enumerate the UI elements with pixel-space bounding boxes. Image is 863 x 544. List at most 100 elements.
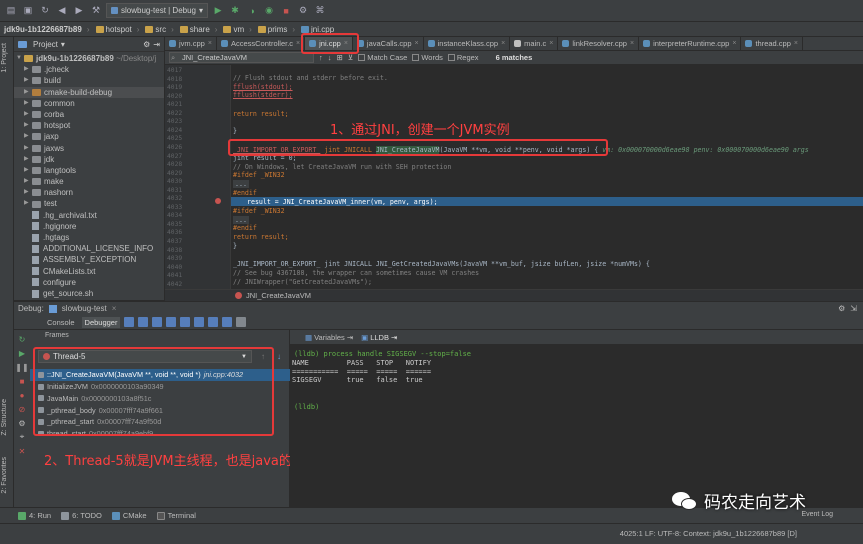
tree-item[interactable]: ▶ langtools <box>14 165 164 176</box>
down-arrow-icon[interactable]: ↓ <box>277 352 281 361</box>
tree-item[interactable]: ▶ common <box>14 98 164 109</box>
search-input[interactable] <box>169 52 314 63</box>
step-out-icon[interactable] <box>194 317 205 327</box>
close-icon[interactable]: × <box>549 40 553 47</box>
run-icon[interactable]: ▶ <box>211 4 225 18</box>
breadcrumb-item[interactable]: vm › <box>223 25 252 34</box>
debug-icon[interactable]: ✱ <box>228 4 242 18</box>
expand-arrow-icon[interactable]: ▶ <box>24 120 32 131</box>
tree-item[interactable]: ▶ hotspot <box>14 120 164 131</box>
run-tool-button[interactable]: 4: Run <box>18 511 51 520</box>
tab-interpreterruntime-cpp[interactable]: interpreterRuntime.cpp × <box>639 37 742 50</box>
expand-arrow-icon[interactable]: ▶ <box>24 198 32 209</box>
evaluate-icon[interactable] <box>222 317 233 327</box>
settings-icon[interactable]: ⚙ <box>296 4 310 18</box>
resume-icon[interactable]: ▶ <box>17 348 27 358</box>
structure-icon[interactable]: ⌘ <box>313 4 327 18</box>
expand-arrow-icon[interactable]: ▶ <box>24 109 32 120</box>
forward-icon[interactable]: ▶ <box>72 4 86 18</box>
breadcrumb-item[interactable]: share › <box>179 25 217 34</box>
close-icon[interactable]: × <box>732 40 736 47</box>
tab-jvm-cpp[interactable]: jvm.cpp × <box>165 37 217 50</box>
prev-match-icon[interactable]: ↑ <box>319 53 323 62</box>
close-icon[interactable]: × <box>415 40 419 47</box>
todo-tool-button[interactable]: 6: TODO <box>61 511 102 520</box>
tab-linkresolver-cpp[interactable]: linkResolver.cpp × <box>558 37 640 50</box>
rerun-icon[interactable]: ↻ <box>17 334 27 344</box>
tree-item[interactable]: ▶ jdk <box>14 154 164 165</box>
back-icon[interactable]: ◀ <box>55 4 69 18</box>
tree-item[interactable]: ▶ build <box>14 75 164 86</box>
structure-side-tab[interactable]: Z: Structure <box>1 399 8 436</box>
stop-icon[interactable]: ■ <box>279 4 293 18</box>
tree-item[interactable]: ▶ jaxws <box>14 143 164 154</box>
close-icon[interactable]: × <box>208 40 212 47</box>
run-config-select[interactable]: slowbug-test | Debug ▾ <box>106 3 209 18</box>
expand-arrow-icon[interactable]: ▶ <box>24 176 32 187</box>
tree-item[interactable]: .hgtags <box>14 232 164 243</box>
stop-icon[interactable]: ■ <box>17 376 27 386</box>
tree-item[interactable]: ▶ nashorn <box>14 187 164 198</box>
pause-icon[interactable]: ❚❚ <box>15 362 28 372</box>
close-icon[interactable]: × <box>501 40 505 47</box>
editor-breadcrumb[interactable]: JNI_CreateJavaVM <box>165 289 863 301</box>
close-icon[interactable]: × <box>630 40 634 47</box>
step-into-icon[interactable] <box>166 317 177 327</box>
gear-icon[interactable]: ⚙ <box>838 304 845 313</box>
expand-arrow-icon[interactable]: ▶ <box>24 154 32 165</box>
collapse-icon[interactable]: ⇥ <box>153 40 160 49</box>
tree-item[interactable]: ASSEMBLY_EXCEPTION <box>14 254 164 265</box>
mute-breakpoints-icon[interactable]: ⊘ <box>17 404 27 414</box>
tree-item[interactable]: CMakeLists.txt <box>14 266 164 277</box>
profile-icon[interactable]: ◉ <box>262 4 276 18</box>
cmake-tool-button[interactable]: CMake <box>111 511 147 520</box>
tree-item[interactable]: ▶ jaxp <box>14 131 164 142</box>
code-editor[interactable]: 4017 4018 4019 4020 4021 4022 4023 4024 4025 4026… <box>165 65 863 301</box>
show-execution-point-icon[interactable] <box>138 317 149 327</box>
project-header-label[interactable]: Project <box>33 40 58 49</box>
tree-item[interactable]: get_source.sh <box>14 288 164 299</box>
tab-console[interactable]: Console <box>44 317 78 328</box>
tree-item[interactable]: ▶ cmake-build-debug <box>14 86 164 98</box>
close-icon[interactable]: ✕ <box>17 446 27 456</box>
chevron-down-icon[interactable]: ▾ <box>61 40 65 49</box>
tree-item[interactable]: ▶ make <box>14 176 164 187</box>
tab-debugger[interactable]: Debugger <box>81 316 121 328</box>
words-checkbox[interactable]: Words <box>412 53 443 62</box>
expand-arrow-icon[interactable]: ▶ <box>24 87 32 98</box>
select-all-icon[interactable]: ⊞ <box>337 53 343 62</box>
filter-icon[interactable]: ⊻ <box>348 53 354 62</box>
view-breakpoints-icon[interactable]: ● <box>17 390 27 400</box>
tab-javacalls-cpp[interactable]: javaCalls.cpp × <box>353 37 424 50</box>
coverage-icon[interactable]: ◑ <box>245 4 259 18</box>
sync-icon[interactable]: ↻ <box>38 4 52 18</box>
expand-arrow-icon[interactable]: ▶ <box>24 64 32 75</box>
tree-item[interactable]: configure <box>14 277 164 288</box>
restore-layout-icon[interactable] <box>124 317 135 327</box>
save-icon[interactable]: ▣ <box>21 4 35 18</box>
breadcrumb-item[interactable]: jdk9u-1b1226687b89 › <box>4 25 90 34</box>
tab-lldb[interactable]: ▣ LLDB ⇥ <box>361 333 397 342</box>
expand-arrow-icon[interactable]: ▶ <box>24 143 32 154</box>
tree-item[interactable]: ▶ .jcheck <box>14 64 164 75</box>
favorites-side-tab[interactable]: 2: Favorites <box>1 457 8 494</box>
expand-arrow-icon[interactable]: ▶ <box>24 98 32 109</box>
expand-arrow-icon[interactable]: ▶ <box>24 165 32 176</box>
tree-item[interactable]: ▶ corba <box>14 109 164 120</box>
expand-arrow-icon[interactable]: ▼ <box>16 53 24 64</box>
build-icon[interactable]: ⚒ <box>89 4 103 18</box>
close-icon[interactable]: × <box>112 304 117 313</box>
tree-item[interactable]: .hgignore <box>14 221 164 232</box>
expand-arrow-icon[interactable]: ▶ <box>24 131 32 142</box>
open-folder-icon[interactable]: ▤ <box>4 4 18 18</box>
breadcrumb-item[interactable]: src › <box>145 25 174 34</box>
regex-checkbox[interactable]: Regex <box>447 53 479 62</box>
tab-variables[interactable]: ▦ Variables ⇥ <box>305 333 353 342</box>
tree-item[interactable]: ADDITIONAL_LICENSE_INFO <box>14 243 164 254</box>
match-case-checkbox[interactable]: Match Case <box>358 53 407 62</box>
tab-accesscontroller-c[interactable]: AccessController.c × <box>217 37 306 50</box>
tree-root[interactable]: ▼ jdk9u-1b1226687b89 ~/Desktop/j <box>14 53 164 64</box>
force-step-into-icon[interactable] <box>180 317 191 327</box>
step-over-icon[interactable] <box>152 317 163 327</box>
run-to-cursor-icon[interactable] <box>208 317 219 327</box>
